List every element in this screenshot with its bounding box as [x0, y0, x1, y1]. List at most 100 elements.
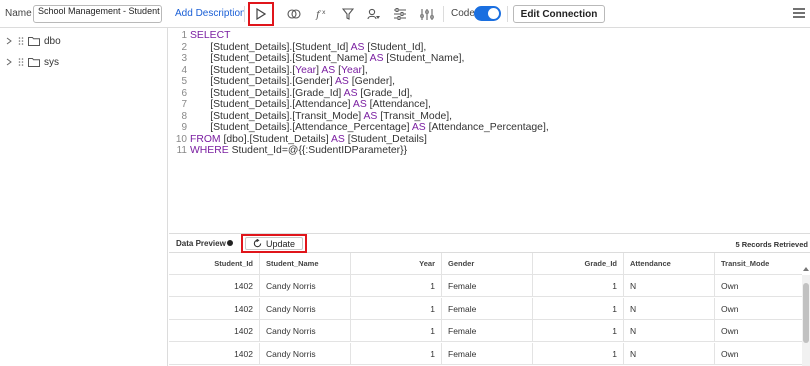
table-cell: Female: [442, 275, 533, 297]
table-row: 1402 Candy Norris 1 Female 1 N Own: [169, 275, 802, 297]
user-parameter-icon[interactable]: [366, 6, 382, 22]
table-cell: 1: [351, 320, 442, 342]
table-cell: 1402: [169, 320, 260, 342]
update-button[interactable]: Update: [245, 237, 303, 250]
datasource-name-input[interactable]: School Management - Student dataso: [33, 5, 162, 23]
column-adjust-icon[interactable]: [419, 6, 435, 22]
drag-handle-icon[interactable]: [18, 34, 26, 48]
code-line: WHERE Student_Id=@{{:SudentIDParameter}}: [190, 145, 408, 156]
line-number: 10: [175, 133, 187, 145]
chevron-right-icon[interactable]: [6, 55, 14, 69]
table-cell: Own: [721, 326, 739, 336]
line-number: 1: [181, 30, 187, 41]
line-number: 3: [181, 53, 187, 64]
column-header[interactable]: Student_Id: [169, 253, 260, 275]
expression-icon[interactable]: fx: [314, 6, 330, 22]
table-cell: 1402: [169, 275, 260, 297]
tree-item-dbo[interactable]: dbo: [6, 34, 61, 48]
add-description-link[interactable]: Add Description: [175, 8, 246, 19]
data-preview-table: Student_Id Student_Name Year Gender Grad…: [169, 253, 810, 366]
drag-handle-icon[interactable]: [18, 55, 26, 69]
folder-icon: [28, 34, 40, 48]
scroll-up-arrow-icon[interactable]: [803, 267, 809, 271]
tree-item-sys[interactable]: sys: [6, 55, 59, 69]
code-line: [Student_Details].[Student_Id] AS [Stude…: [190, 41, 427, 53]
code-line: [Student_Details].[Year] AS [Year],: [190, 64, 368, 76]
update-button-highlight: Update: [241, 234, 307, 253]
table-row: 1402 Candy Norris 1 Female 1 N Own: [169, 320, 802, 342]
code-toggle[interactable]: [474, 6, 501, 21]
code-line: [Student_Details].[Grade_Id] AS [Grade_I…: [190, 87, 413, 99]
toolbar-divider: [443, 6, 444, 22]
code-toggle-label: Code: [451, 8, 475, 19]
line-number: 6: [181, 87, 187, 99]
toolbar-divider: [507, 6, 508, 22]
refresh-icon: [253, 239, 262, 248]
data-preview-bar: Data Preview Update 5 Records Retrieved: [169, 234, 810, 253]
table-cell: 1: [533, 320, 624, 342]
schema-tree-panel: dbo sys: [0, 28, 168, 366]
table-cell: N: [624, 297, 715, 320]
code-line: FROM [dbo].[Student_Details] AS [Student…: [190, 133, 427, 145]
update-button-label: Update: [265, 238, 296, 249]
table-cell: Own: [721, 281, 739, 291]
table-cell: Candy Norris: [260, 297, 351, 320]
table-cell: 1: [351, 342, 442, 365]
name-label: Name: [5, 8, 32, 19]
table-cell: Own: [721, 303, 739, 314]
code-line: [Student_Details].[Attendance_Percentage…: [190, 122, 549, 133]
column-header[interactable]: Grade_Id: [533, 253, 624, 275]
table-cell: Female: [442, 297, 533, 320]
column-header[interactable]: Year: [351, 253, 442, 275]
scrollbar-thumb[interactable]: [803, 283, 809, 343]
settings-sliders-icon[interactable]: [392, 6, 408, 22]
line-number: 9: [181, 122, 187, 133]
table-row: 1402 Candy Norris 1 Female 1 N Own: [169, 342, 802, 365]
table-cell: Female: [442, 320, 533, 342]
toolbar: Name School Management - Student dataso …: [0, 0, 810, 28]
folder-icon: [28, 55, 40, 69]
play-icon: [256, 8, 266, 20]
table-row: 1402 Candy Norris 1 Female 1 N Own: [169, 297, 802, 320]
code-line: SELECT: [190, 30, 231, 41]
svg-text:x: x: [322, 9, 326, 16]
column-header[interactable]: Transit_Mode: [715, 253, 802, 275]
run-query-button[interactable]: [248, 2, 274, 26]
table-cell: N: [624, 342, 715, 365]
toolbar-divider: [244, 6, 245, 22]
tree-item-label: dbo: [44, 35, 61, 47]
line-number-gutter: 1 2 3 4 5 6 7 8 9 10 11: [169, 30, 187, 157]
table-cell: N: [624, 275, 715, 297]
chevron-right-icon[interactable]: [6, 34, 14, 48]
table-cell: 1: [533, 275, 624, 297]
line-number: 4: [181, 64, 187, 76]
code-line: [Student_Details].[Gender] AS [Gender],: [190, 76, 396, 87]
hamburger-menu-icon[interactable]: [792, 6, 806, 20]
sql-code-editor[interactable]: 1 2 3 4 5 6 7 8 9 10 11 SELECT [Student_…: [169, 28, 810, 234]
table-cell: Candy Norris: [260, 320, 351, 342]
table-cell: 1: [351, 297, 442, 320]
data-preview-label: Data Preview: [176, 239, 226, 248]
column-header[interactable]: Attendance: [624, 253, 715, 275]
line-number: 11: [176, 145, 187, 156]
line-number: 2: [181, 41, 187, 53]
edit-connection-button[interactable]: Edit Connection: [513, 5, 605, 23]
column-header[interactable]: Student_Name: [260, 253, 351, 275]
svg-text:f: f: [315, 10, 322, 20]
code-line: [Student_Details].[Student_Name] AS [Stu…: [190, 53, 465, 64]
table-cell: N: [624, 320, 715, 342]
column-header[interactable]: Gender: [442, 253, 533, 275]
table-cell: Candy Norris: [260, 342, 351, 365]
join-icon[interactable]: [286, 6, 302, 22]
table-cell: Own: [721, 348, 739, 359]
table-cell: 1: [351, 275, 442, 297]
line-number: 8: [181, 110, 187, 122]
filter-icon[interactable]: [340, 6, 356, 22]
line-number: 7: [181, 99, 187, 110]
table-cell: 1402: [169, 297, 260, 320]
table-cell: 1: [533, 342, 624, 365]
table-cell: 1402: [169, 342, 260, 365]
table-scrollbar[interactable]: [802, 275, 810, 366]
line-number: 5: [181, 76, 187, 87]
code-line: [Student_Details].[Attendance] AS [Atten…: [190, 99, 431, 110]
